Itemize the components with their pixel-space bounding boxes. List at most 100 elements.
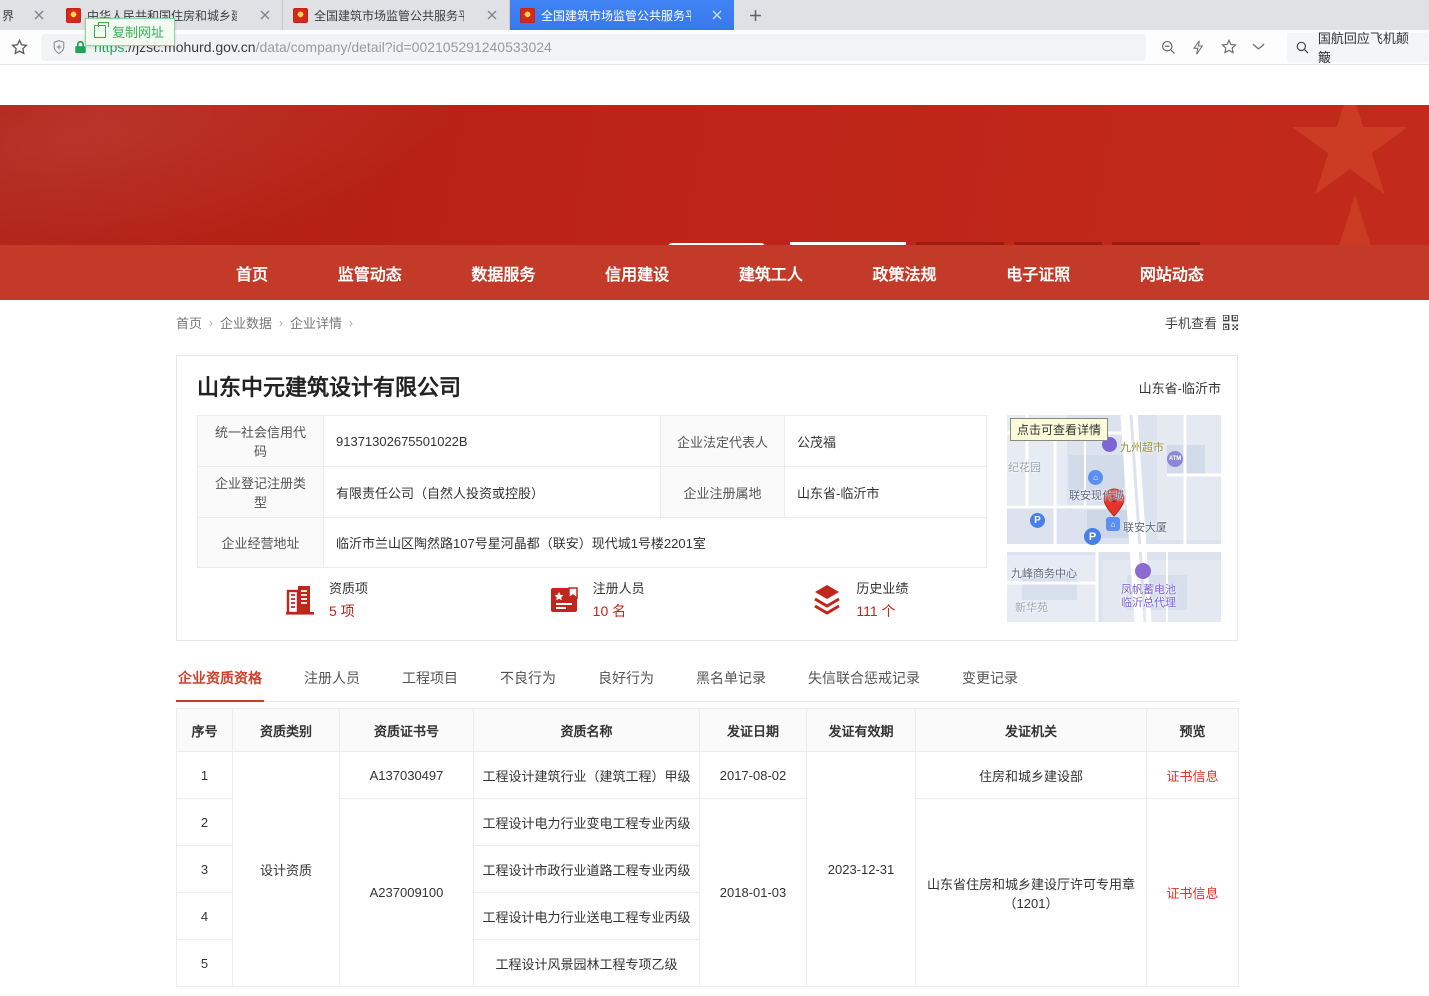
site-emblem-favicon	[293, 8, 308, 23]
category-cell: 设计资质	[233, 752, 340, 987]
breadcrumb-home[interactable]: 首页	[176, 313, 202, 332]
mobile-view-label: 手机查看	[1165, 313, 1217, 332]
stat-qualifications[interactable]: 资质项 5 项	[197, 578, 459, 621]
qual-name-cell: 工程设计电力行业变电工程专业丙级	[474, 799, 700, 846]
tower-pin-icon: ⌂	[1106, 517, 1120, 531]
site-emblem-favicon	[66, 8, 81, 23]
col-authority: 发证机关	[916, 709, 1147, 752]
stat-value: 111 个	[856, 601, 908, 621]
new-tab-button[interactable]	[742, 2, 768, 28]
col-issue-date: 发证日期	[700, 709, 807, 752]
map-tooltip: 点击可查看详情	[1010, 418, 1108, 441]
map-label-business-center: 九峰商务中心	[1011, 565, 1077, 581]
legal-rep-value: 公茂福	[785, 416, 987, 467]
company-info-table: 统一社会信用代码 91371302675501022B 企业法定代表人 公茂福 …	[197, 415, 987, 568]
cert-no-cell: A137030497	[340, 752, 474, 799]
seq-cell: 2	[177, 799, 233, 846]
breadcrumb: 首页 › 企业数据 › 企业详情 › 手机查看	[176, 313, 1238, 332]
favorite-star-icon[interactable]	[1220, 38, 1238, 56]
copy-url-tooltip-label: 复制网址	[112, 22, 164, 41]
col-seq: 序号	[177, 709, 233, 752]
nav-item-license[interactable]: 电子证照	[1000, 257, 1076, 289]
stat-label: 注册人员	[593, 578, 645, 597]
qual-name-cell: 工程设计电力行业送电工程专业丙级	[474, 893, 700, 940]
close-icon[interactable]	[710, 8, 724, 22]
table-row: 统一社会信用代码 91371302675501022B 企业法定代表人 公茂福	[198, 416, 987, 467]
tab-qualifications[interactable]: 企业资质资格	[176, 662, 264, 702]
address-bar-actions	[1160, 38, 1265, 56]
certificate-info-link[interactable]: 证书信息	[1166, 769, 1218, 784]
nav-item-home[interactable]: 首页	[230, 257, 274, 289]
tab-registered-personnel[interactable]: 注册人员	[302, 662, 362, 701]
certificate-info-link[interactable]: 证书信息	[1166, 886, 1218, 901]
nav-item-workers[interactable]: 建筑工人	[733, 257, 809, 289]
table-row: 企业经营地址 临沂市兰山区陶然路107号星河晶都（联安）现代城1号楼2201室	[198, 518, 987, 568]
building-icon	[283, 583, 317, 617]
atm-pin-icon: ATM	[1167, 451, 1183, 467]
tab-label: 界	[2, 7, 14, 24]
chevron-down-icon[interactable]	[1252, 43, 1265, 51]
mobile-view-button[interactable]: 手机查看	[1165, 313, 1238, 332]
stat-text: 历史业绩 111 个	[856, 578, 908, 621]
browser-tab-active[interactable]: 全国建筑市场监管公共服务平台	[510, 0, 734, 30]
col-name: 资质名称	[474, 709, 700, 752]
map-label-battery-2: 临沂总代理	[1121, 594, 1176, 610]
nav-item-news[interactable]: 网站动态	[1134, 257, 1210, 289]
company-location-map[interactable]: 点击可查看详情 九州超市 ATM 纪花园 ⌂ 联安现代城 ⌂ 联安大厦 P P …	[1007, 415, 1221, 622]
stat-past-performance[interactable]: 历史业绩 111 个	[722, 578, 986, 621]
certificate-icon	[547, 583, 581, 617]
breadcrumb-company-data[interactable]: 企业数据	[220, 313, 272, 332]
parking-icon: P	[1030, 513, 1045, 528]
breadcrumb-separator: ›	[279, 316, 283, 330]
browser-hot-search-box[interactable]: 国航回应飞机颠簸	[1287, 33, 1429, 62]
reg-place-value: 山东省-临沂市	[785, 467, 987, 518]
validity-cell: 2023-12-31	[807, 752, 916, 987]
stat-label: 历史业绩	[856, 578, 908, 597]
close-icon[interactable]	[32, 8, 46, 22]
breadcrumb-company-detail[interactable]: 企业详情	[290, 313, 342, 332]
hot-search-text: 国航回应飞机颠簸	[1318, 28, 1421, 66]
browser-tab-0[interactable]: 界	[0, 0, 56, 30]
shield-plus-icon[interactable]	[51, 39, 67, 55]
tab-dishonesty-records[interactable]: 失信联合惩戒记录	[806, 662, 922, 701]
preview-cell: 证书信息	[1147, 799, 1239, 987]
col-category: 资质类别	[233, 709, 340, 752]
qual-name-cell: 工程设计市政行业道路工程专业丙级	[474, 846, 700, 893]
bookmark-star-icon[interactable]	[10, 38, 29, 57]
table-row: 1 设计资质 A137030497 工程设计建筑行业（建筑工程）甲级 2017-…	[177, 752, 1239, 799]
breadcrumb-separator: ›	[209, 316, 213, 330]
qr-code-icon	[1223, 315, 1238, 330]
tab-label: 全国建筑市场监管公共服务平台	[314, 7, 464, 24]
tab-projects[interactable]: 工程项目	[400, 662, 460, 701]
lightning-icon[interactable]	[1191, 39, 1206, 56]
seq-cell: 1	[177, 752, 233, 799]
header-decoration	[0, 105, 599, 245]
authority-line-2: （1201）	[924, 893, 1138, 912]
url-input[interactable]: https://jzsc.mohurd.gov.cn/data/company/…	[41, 34, 1146, 61]
tab-good-behavior[interactable]: 良好行为	[596, 662, 656, 701]
detail-tab-bar: 企业资质资格 注册人员 工程项目 不良行为 良好行为 黑名单记录 失信联合惩戒记…	[176, 662, 1238, 702]
tab-blacklist[interactable]: 黑名单记录	[694, 662, 768, 701]
map-label-garden: 纪花园	[1008, 459, 1041, 475]
col-validity: 发证有效期	[807, 709, 916, 752]
stat-registered-personnel[interactable]: 注册人员 10 名	[459, 578, 723, 621]
tab-label: 全国建筑市场监管公共服务平台	[541, 7, 691, 24]
table-row: 企业登记注册类型 有限责任公司（自然人投资或控股） 企业注册属地 山东省-临沂市	[198, 467, 987, 518]
authority-cell: 山东省住房和城乡建设厅许可专用章 （1201）	[916, 799, 1147, 987]
zoom-out-icon[interactable]	[1160, 39, 1177, 56]
nav-item-data-service[interactable]: 数据服务	[465, 257, 541, 289]
authority-cell: 住房和城乡建设部	[916, 752, 1147, 799]
nav-item-supervision[interactable]: 监管动态	[332, 257, 408, 289]
search-icon	[1295, 40, 1310, 55]
browser-tab-2[interactable]: 全国建筑市场监管公共服务平台	[283, 0, 510, 30]
nav-item-credit[interactable]: 信用建设	[599, 257, 675, 289]
issue-date-cell: 2018-01-03	[700, 799, 807, 987]
stat-text: 注册人员 10 名	[593, 578, 645, 621]
tab-change-records[interactable]: 变更记录	[960, 662, 1020, 701]
tab-bad-behavior[interactable]: 不良行为	[498, 662, 558, 701]
credit-code-value: 91371302675501022B	[324, 416, 661, 467]
nav-item-policy[interactable]: 政策法规	[867, 257, 943, 289]
close-icon[interactable]	[258, 8, 272, 22]
cert-no-cell: A237009100	[340, 799, 474, 987]
close-icon[interactable]	[485, 8, 499, 22]
